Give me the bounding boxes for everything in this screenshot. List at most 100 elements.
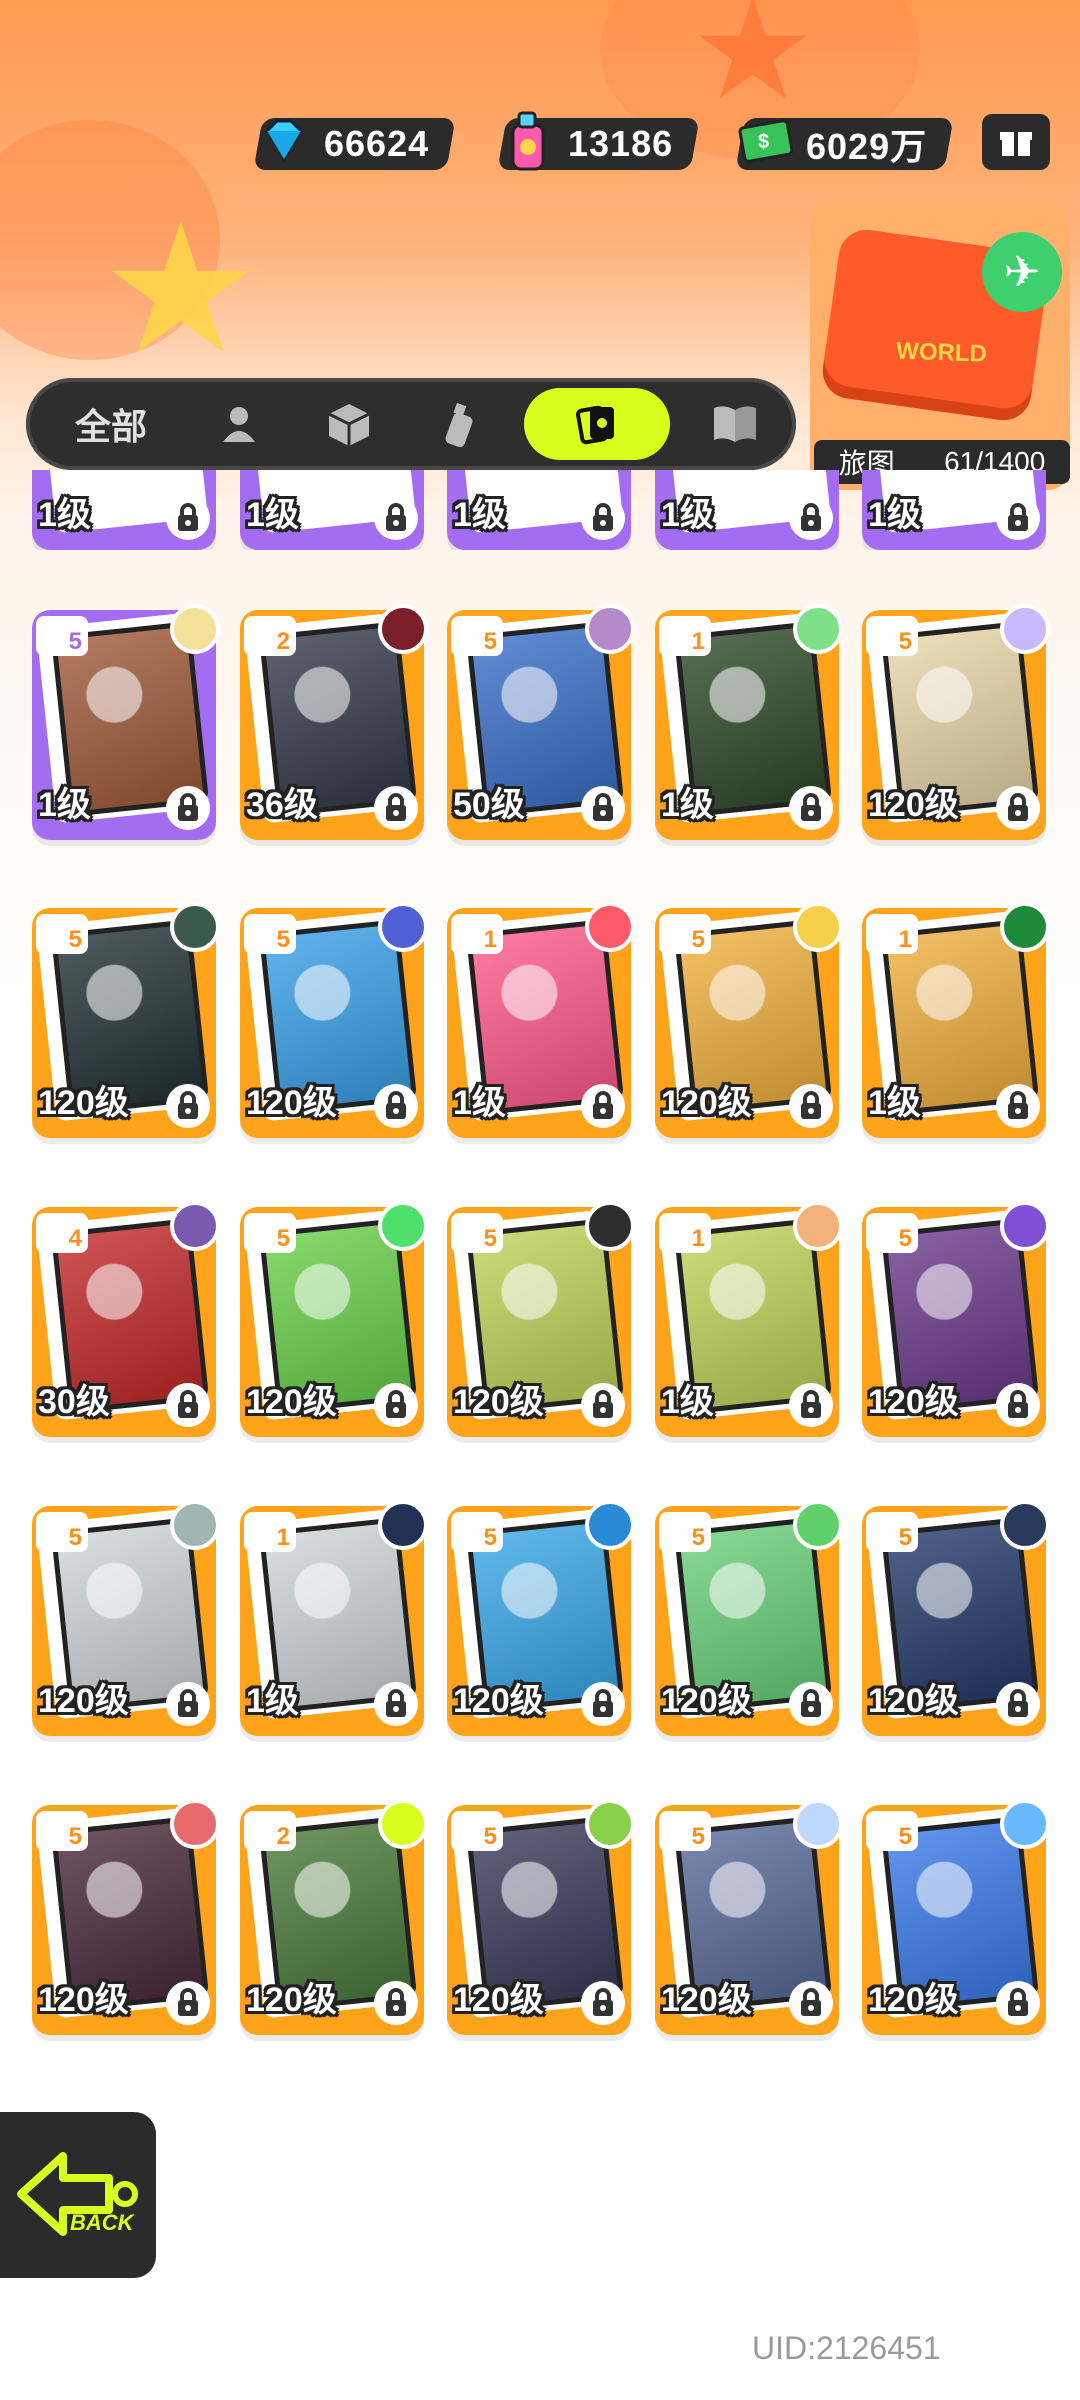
tab-all[interactable]: 全部 bbox=[46, 388, 176, 460]
back-button[interactable]: BACK bbox=[0, 2112, 156, 2278]
card-level: 1级 bbox=[38, 786, 91, 824]
star-rank-value: 5 bbox=[898, 1823, 912, 1850]
lock-icon[interactable] bbox=[789, 496, 833, 540]
character-card[interactable]: 5 120级 bbox=[655, 1799, 843, 2035]
character-avatar bbox=[793, 1201, 843, 1251]
card-level: 1级 bbox=[661, 786, 714, 824]
character-card[interactable]: 5 120级 bbox=[447, 1799, 635, 2035]
spray-can-icon bbox=[445, 402, 473, 448]
lock-icon[interactable] bbox=[996, 1084, 1040, 1128]
card-level: 120级 bbox=[246, 1981, 337, 2019]
character-card[interactable]: 1 1级 bbox=[655, 604, 843, 840]
character-card[interactable]: 1 1级 bbox=[862, 902, 1050, 1138]
lock-icon[interactable] bbox=[581, 1682, 625, 1726]
star-rank-badge: 5 bbox=[36, 1811, 88, 1851]
star-rank-badge: 5 bbox=[866, 1512, 918, 1552]
character-card[interactable]: 1级 bbox=[862, 470, 1046, 550]
lock-icon[interactable] bbox=[789, 1383, 833, 1427]
star-rank-value: 5 bbox=[68, 1524, 82, 1551]
diamond-counter[interactable]: 66624 bbox=[253, 114, 456, 174]
cash-counter[interactable]: 6029万 $ bbox=[735, 114, 954, 174]
character-card[interactable]: 4 30级 bbox=[32, 1201, 220, 1437]
lock-icon[interactable] bbox=[789, 1981, 833, 2025]
character-card[interactable]: 5 120级 bbox=[862, 604, 1050, 840]
character-card[interactable]: 5 120级 bbox=[447, 1500, 635, 1736]
character-avatar bbox=[378, 1500, 428, 1550]
star-rank-badge: 5 bbox=[866, 1213, 918, 1253]
character-card[interactable]: 5 120级 bbox=[862, 1201, 1050, 1437]
star-rank-badge: 5 bbox=[244, 1213, 296, 1253]
character-card[interactable]: 5 120级 bbox=[655, 1500, 843, 1736]
character-card[interactable]: 5 120级 bbox=[32, 1799, 220, 2035]
lock-icon[interactable] bbox=[166, 1682, 210, 1726]
lock-icon[interactable] bbox=[166, 496, 210, 540]
lock-icon[interactable] bbox=[374, 1383, 418, 1427]
lock-icon[interactable] bbox=[996, 496, 1040, 540]
character-card[interactable]: 1级 bbox=[447, 470, 631, 550]
star-rank-badge: 5 bbox=[659, 914, 711, 954]
character-card[interactable]: 5 50级 bbox=[447, 604, 635, 840]
character-card[interactable]: 1 1级 bbox=[447, 902, 635, 1138]
character-card[interactable]: 5 120级 bbox=[655, 902, 843, 1138]
character-card[interactable]: 2 120级 bbox=[240, 1799, 428, 2035]
tab-album[interactable] bbox=[680, 388, 790, 460]
lock-icon[interactable] bbox=[996, 1981, 1040, 2025]
lock-icon[interactable] bbox=[374, 786, 418, 830]
tab-spray[interactable] bbox=[404, 388, 514, 460]
card-level: 50级 bbox=[453, 786, 525, 824]
lock-icon[interactable] bbox=[374, 1682, 418, 1726]
character-avatar bbox=[1000, 902, 1050, 952]
card-level: 1级 bbox=[246, 496, 299, 534]
person-icon bbox=[223, 407, 255, 442]
gift-button[interactable] bbox=[982, 114, 1050, 170]
lock-icon[interactable] bbox=[996, 1682, 1040, 1726]
character-card[interactable]: 5 120级 bbox=[862, 1500, 1050, 1736]
lock-icon[interactable] bbox=[789, 786, 833, 830]
lock-icon[interactable] bbox=[374, 1981, 418, 2025]
character-avatar bbox=[378, 604, 428, 654]
character-card[interactable]: 5 120级 bbox=[32, 902, 220, 1138]
character-card[interactable]: 1级 bbox=[240, 470, 424, 550]
card-level: 120级 bbox=[38, 1682, 129, 1720]
character-avatar bbox=[585, 1201, 635, 1251]
character-card[interactable]: 5 120级 bbox=[240, 1201, 428, 1437]
card-level: 120级 bbox=[246, 1084, 337, 1122]
star-rank-badge: 5 bbox=[866, 616, 918, 656]
character-card[interactable]: 2 36级 bbox=[240, 604, 428, 840]
star-rank-badge: 1 bbox=[659, 616, 711, 656]
star-rank-badge: 5 bbox=[36, 914, 88, 954]
character-card[interactable]: 1 1级 bbox=[240, 1500, 428, 1736]
character-avatar bbox=[793, 902, 843, 952]
lock-icon[interactable] bbox=[166, 1383, 210, 1427]
lock-icon[interactable] bbox=[581, 1383, 625, 1427]
lock-icon[interactable] bbox=[996, 1383, 1040, 1427]
character-avatar bbox=[1000, 1500, 1050, 1550]
tab-items[interactable] bbox=[294, 388, 404, 460]
lock-icon[interactable] bbox=[581, 1981, 625, 2025]
spray-counter[interactable]: 13186 bbox=[497, 111, 700, 174]
lock-icon[interactable] bbox=[374, 1084, 418, 1128]
character-card[interactable]: 5 120级 bbox=[862, 1799, 1050, 2035]
star-rank-value: 5 bbox=[691, 1524, 705, 1551]
lock-icon[interactable] bbox=[996, 786, 1040, 830]
lock-icon[interactable] bbox=[789, 1084, 833, 1128]
category-tab-bar: 全部 bbox=[26, 378, 796, 470]
lock-icon[interactable] bbox=[166, 786, 210, 830]
character-card[interactable]: 1级 bbox=[655, 470, 839, 550]
lock-icon[interactable] bbox=[374, 496, 418, 540]
character-card[interactable]: 5 120级 bbox=[240, 902, 428, 1138]
tab-cards[interactable] bbox=[524, 388, 670, 460]
character-card[interactable]: 1 1级 bbox=[655, 1201, 843, 1437]
lock-icon[interactable] bbox=[789, 1682, 833, 1726]
character-card[interactable]: 5 120级 bbox=[447, 1201, 635, 1437]
lock-icon[interactable] bbox=[581, 786, 625, 830]
tab-characters[interactable] bbox=[184, 388, 294, 460]
character-card[interactable]: 1级 bbox=[32, 470, 216, 550]
character-card[interactable]: 5 120级 bbox=[32, 1500, 220, 1736]
star-rank-value: 5 bbox=[68, 926, 82, 953]
lock-icon[interactable] bbox=[581, 1084, 625, 1128]
lock-icon[interactable] bbox=[166, 1981, 210, 2025]
lock-icon[interactable] bbox=[166, 1084, 210, 1128]
lock-icon[interactable] bbox=[581, 496, 625, 540]
character-card[interactable]: 5 1级 bbox=[32, 604, 220, 840]
